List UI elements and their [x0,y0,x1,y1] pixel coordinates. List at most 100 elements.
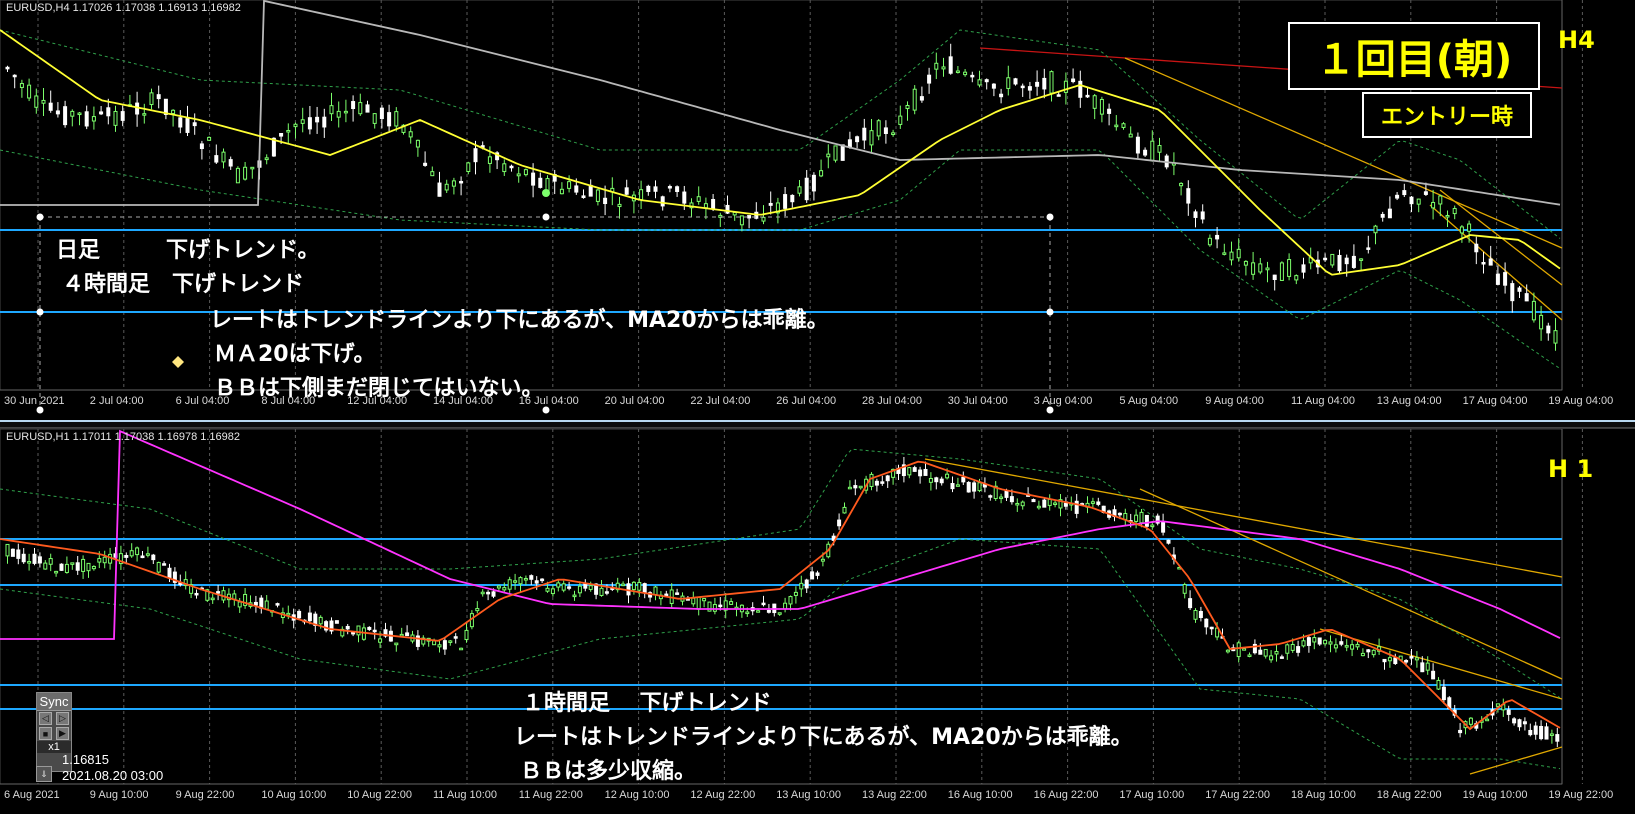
anchor-point [1046,213,1054,221]
candle-body [275,603,280,606]
candle-body [1544,726,1549,740]
candle-body [581,195,586,199]
candle-body [37,556,42,564]
candle-body [1242,648,1247,651]
x-tick-label: 12 Aug 22:00 [690,789,755,801]
candle-body [459,180,464,184]
candle-body [1517,719,1522,728]
candle-body [318,616,323,625]
candle-body [761,216,766,222]
candle-body [766,609,771,613]
candle-body [358,102,363,115]
candle-body [874,480,879,486]
candle-body [1306,637,1311,646]
candle-body [1279,262,1284,281]
candle-body [106,107,111,117]
h4-timeframe-label: H4 [1558,26,1595,54]
candle-body [1402,190,1407,196]
candle-body [502,163,507,173]
candle-body [162,563,167,566]
candle-body [124,555,129,558]
scroll-right-icon[interactable]: ▷ [56,712,69,725]
candle-body [783,194,788,209]
candle-body [279,132,284,137]
candle-body [41,99,46,104]
candle-body [712,604,717,612]
candle-body [1229,251,1234,261]
candle-body [1522,721,1527,725]
candle-body [1107,108,1112,114]
candle-body [847,139,852,148]
candle-body [1272,274,1277,280]
candle-body [880,481,885,484]
candle-body [545,178,550,192]
candle-body [156,94,161,100]
h1-chart-canvas[interactable]: 6 Aug 2021 9 Aug 10:00 9 Aug 22:00 10 Aug 1… [0,429,1635,814]
candle-body [113,110,118,126]
stop-icon[interactable]: ■ [39,727,52,740]
candle-body [408,131,413,138]
candle-body [5,66,10,70]
candle-body [1416,198,1421,205]
anchor-point [36,308,44,316]
candle-body [523,169,528,176]
candle-body [567,181,572,189]
candle-body [761,602,766,606]
scroll-left-icon[interactable]: ◁ [39,712,52,725]
candle-body [574,185,579,193]
candle-body [1123,513,1128,520]
candle-body [1222,252,1227,255]
candle-body [534,580,539,584]
candle-body [1027,86,1032,91]
candle-body [1539,725,1544,740]
candle-body [1031,499,1036,503]
candle-body [1404,660,1409,663]
candle-body [372,629,377,633]
candle-body [637,582,642,591]
candle-body [711,199,716,209]
candle-body [264,157,269,161]
candle-body [86,562,91,572]
candle-body [991,83,996,89]
h1-chart-pane[interactable]: 6 Aug 2021 9 Aug 10:00 9 Aug 22:00 10 Aug 1… [0,428,1635,814]
candle-body [1533,725,1538,735]
candle-body [1555,734,1560,742]
x-tick-label: 19 Aug 04:00 [1548,395,1613,407]
sync-label[interactable]: Sync [37,693,71,711]
cursor-datetime-readout: 2021.08.20 03:00 [62,768,164,783]
candle-body [1371,649,1376,656]
candle-body [1458,729,1463,734]
candle-body [1301,640,1306,647]
candle-body [378,638,383,643]
cursor-dot [542,189,550,197]
candle-body [1330,253,1335,266]
h4-chart-pane[interactable]: 30 Jun 2021 2 Jul 04:00 6 Jul 04:00 8 Jul 0… [0,0,1635,421]
candle-body [448,640,453,643]
candle-body [529,575,534,580]
pane-splitter[interactable] [0,420,1635,428]
candle-body [365,104,370,113]
candle-body [1207,237,1212,246]
candle-body [842,506,847,514]
candle-body [1431,670,1436,680]
candle-body [216,591,221,594]
candle-body [540,578,545,582]
candle-body [599,587,604,596]
candle-body [171,109,176,114]
trendline [1429,204,1563,321]
down-arrow-icon[interactable]: ⇓ [36,766,52,782]
candle-body [729,601,734,605]
candle-body [703,203,708,209]
candle-body [1333,644,1338,649]
candle-body [221,151,226,163]
candle-body [1144,514,1149,527]
candle-body [1056,94,1061,97]
candle-body [1179,182,1184,187]
h4-note-rate-vs-ma: レートはトレンドラインより下にあるが、MA20からは乖離。 [210,308,829,333]
x-tick-label: 9 Aug 10:00 [90,789,149,801]
candle-body [538,177,543,188]
play-icon[interactable]: ▶ [56,727,69,740]
candle-body [243,166,248,180]
candle-body [1323,257,1328,261]
candle-body [1312,637,1317,643]
